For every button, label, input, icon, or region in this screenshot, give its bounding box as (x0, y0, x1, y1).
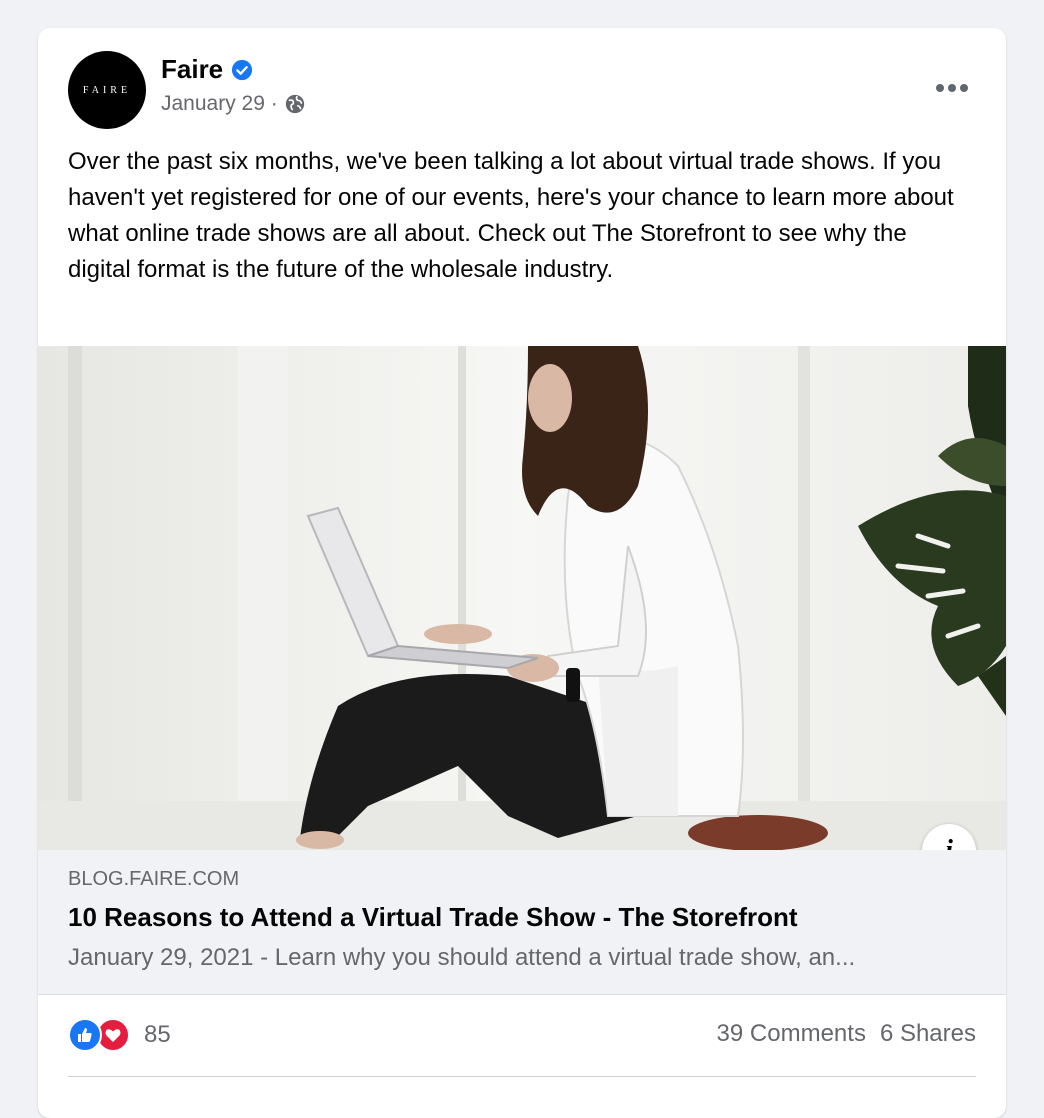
globe-icon (285, 94, 304, 114)
post-timestamp[interactable]: January 29 · (161, 92, 278, 116)
verified-badge-icon (232, 59, 253, 80)
engagement-counts: 39 Comments 6 Shares (717, 1020, 976, 1048)
link-domain: BLOG.FAIRE.COM (68, 868, 240, 890)
like-reaction-icon (68, 1018, 102, 1052)
author-row: Faire (161, 54, 253, 85)
page-name-link[interactable]: Faire (161, 54, 223, 85)
shares-count-link[interactable]: 6 Shares (880, 1020, 976, 1048)
woman-with-laptop-photo (38, 346, 1006, 850)
more-options-button[interactable] (928, 70, 976, 106)
link-description: January 29, 2021 - Learn why you should … (68, 944, 856, 971)
comments-count-link[interactable]: 39 Comments (717, 1020, 866, 1048)
post-message: Over the past six months, we've been tal… (68, 148, 954, 283)
link-preview-image[interactable] (38, 346, 1006, 850)
more-horizontal-icon (936, 84, 968, 92)
avatar-logo-text: FAIRE (82, 84, 132, 96)
divider (68, 1076, 976, 1077)
reactions-summary[interactable]: 85 (68, 1018, 171, 1052)
avatar[interactable]: FAIRE (68, 51, 146, 129)
post-stats: 85 39 Comments 6 Shares (68, 1016, 976, 1056)
post-meta: January 29 · (161, 92, 306, 116)
link-preview[interactable]: BLOG.FAIRE.COM 10 Reasons to Attend a Vi… (38, 850, 1006, 995)
page-edge (0, 0, 10, 1099)
post-card: FAIRE Faire January 29 · Over the past s… (38, 28, 1006, 1118)
reaction-count: 85 (144, 1021, 171, 1048)
post-header: FAIRE Faire January 29 · (68, 50, 976, 132)
link-title[interactable]: 10 Reasons to Attend a Virtual Trade Sho… (68, 902, 798, 933)
